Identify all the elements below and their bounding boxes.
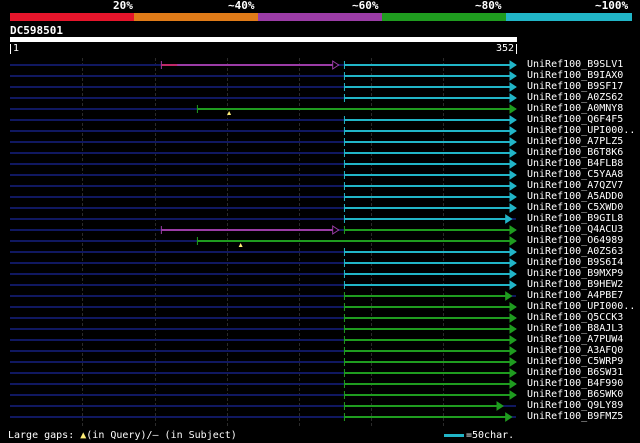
hit-arrowhead [509, 71, 517, 81]
hit-label[interactable]: UniRef100_C5WRP9 [527, 356, 623, 367]
hit-arrowhead [505, 291, 513, 301]
hit-arrowhead [509, 357, 517, 367]
hit-label[interactable]: UniRef100_A7PLZ5 [527, 136, 623, 147]
hit-label[interactable]: UniRef100_C5XWD0 [527, 202, 623, 213]
hit-arrowhead [509, 225, 517, 235]
hit-label[interactable]: UniRef100_Q5CCK3 [527, 312, 623, 323]
hit-arrowhead [509, 390, 517, 400]
hit-arrowhead [332, 60, 340, 70]
hit-label[interactable]: UniRef100_B6SW31 [527, 367, 623, 378]
hit-arrowhead [496, 401, 504, 411]
scale-bar [444, 434, 464, 437]
hit-label[interactable]: UniRef100_O64989 [527, 235, 623, 246]
gaps-query-text: (in Query)/ [86, 430, 153, 441]
hit-arrowhead [509, 247, 517, 257]
hit-arrowhead [509, 82, 517, 92]
hit-arrowhead [509, 324, 517, 334]
hit-arrowhead [509, 104, 517, 114]
hit-label[interactable]: UniRef100_A4PBE7 [527, 290, 623, 301]
hit-arrowhead [509, 126, 517, 136]
hit-label[interactable]: UniRef100_Q9LY89 [527, 400, 623, 411]
hit-label[interactable]: UniRef100_B4FLB8 [527, 158, 623, 169]
hit-label[interactable]: UniRef100_A5ADD0 [527, 191, 623, 202]
hit-arrowhead [509, 258, 517, 268]
hit-arrowhead [509, 181, 517, 191]
hit-label[interactable]: UniRef100_B9GIL8 [527, 213, 623, 224]
query-gap-marker [238, 243, 243, 247]
hit-arrowhead [509, 346, 517, 356]
hit-arrowhead [505, 214, 513, 224]
hit-label[interactable]: UniRef100_B9SF17 [527, 81, 623, 92]
hit-label[interactable]: UniRef100_B9MXP9 [527, 268, 623, 279]
gaps-legend: Large gaps: ▲(in Query)/– (in Subject) [8, 430, 237, 441]
hit-arrowhead [332, 225, 340, 235]
hit-arrowhead [509, 192, 517, 202]
hit-arrowhead [509, 203, 517, 213]
hit-arrowhead [509, 379, 517, 389]
hit-label[interactable]: UniRef100_A3AFQ0 [527, 345, 623, 356]
gaps-prefix: Large gaps: [8, 430, 81, 441]
scale-label: =50char. [466, 430, 515, 441]
hit-label[interactable]: UniRef100_B9SLV1 [527, 59, 623, 70]
hit-label[interactable]: UniRef100_C5YAA8 [527, 169, 623, 180]
hit-arrowhead [509, 148, 517, 158]
hit-label[interactable]: UniRef100_A7PUW4 [527, 334, 623, 345]
hit-label[interactable]: UniRef100_A0ZS63 [527, 246, 623, 257]
hit-label[interactable]: UniRef100_B9S6I4 [527, 257, 623, 268]
hit-label[interactable]: UniRef100_B9HEW2 [527, 279, 623, 290]
hit-label[interactable]: UniRef100_B9FMZ5 [527, 411, 623, 422]
hit-arrowhead [509, 170, 517, 180]
hit-label[interactable]: UniRef100_A0MNY8 [527, 103, 623, 114]
query-gap-marker [227, 111, 232, 115]
hit-label[interactable]: UniRef100_B6T8K6 [527, 147, 623, 158]
hit-arrowhead [509, 368, 517, 378]
hit-arrowhead [509, 335, 517, 345]
hit-label[interactable]: UniRef100_B6SWK0 [527, 389, 623, 400]
hit-arrowhead [505, 412, 513, 422]
hit-label[interactable]: UniRef100_Q4ACU3 [527, 224, 623, 235]
hit-label[interactable]: UniRef100_Q6F4F5 [527, 114, 623, 125]
hit-arrowhead [509, 93, 517, 103]
hit-arrowhead [509, 159, 517, 169]
hit-label[interactable]: UniRef100_UPI000.. [527, 301, 635, 312]
hit-arrowhead [509, 269, 517, 279]
hit-arrowhead [509, 60, 517, 70]
hit-arrowhead [509, 137, 517, 147]
gaps-subject-text: – (in Subject) [152, 430, 237, 441]
hit-arrowhead [509, 313, 517, 323]
hit-label[interactable]: UniRef100_B8AJL3 [527, 323, 623, 334]
hit-label[interactable]: UniRef100_A0ZS62 [527, 92, 623, 103]
hit-label[interactable]: UniRef100_B4F990 [527, 378, 623, 389]
hit-label[interactable]: UniRef100_UPI000.. [527, 125, 635, 136]
hit-arrowhead [509, 236, 517, 246]
hit-label[interactable]: UniRef100_A7QZV7 [527, 180, 623, 191]
hit-arrowhead [509, 115, 517, 125]
hit-label[interactable]: UniRef100_B9IAX0 [527, 70, 623, 81]
hit-arrowhead [509, 302, 517, 312]
hit-arrowhead [509, 280, 517, 290]
